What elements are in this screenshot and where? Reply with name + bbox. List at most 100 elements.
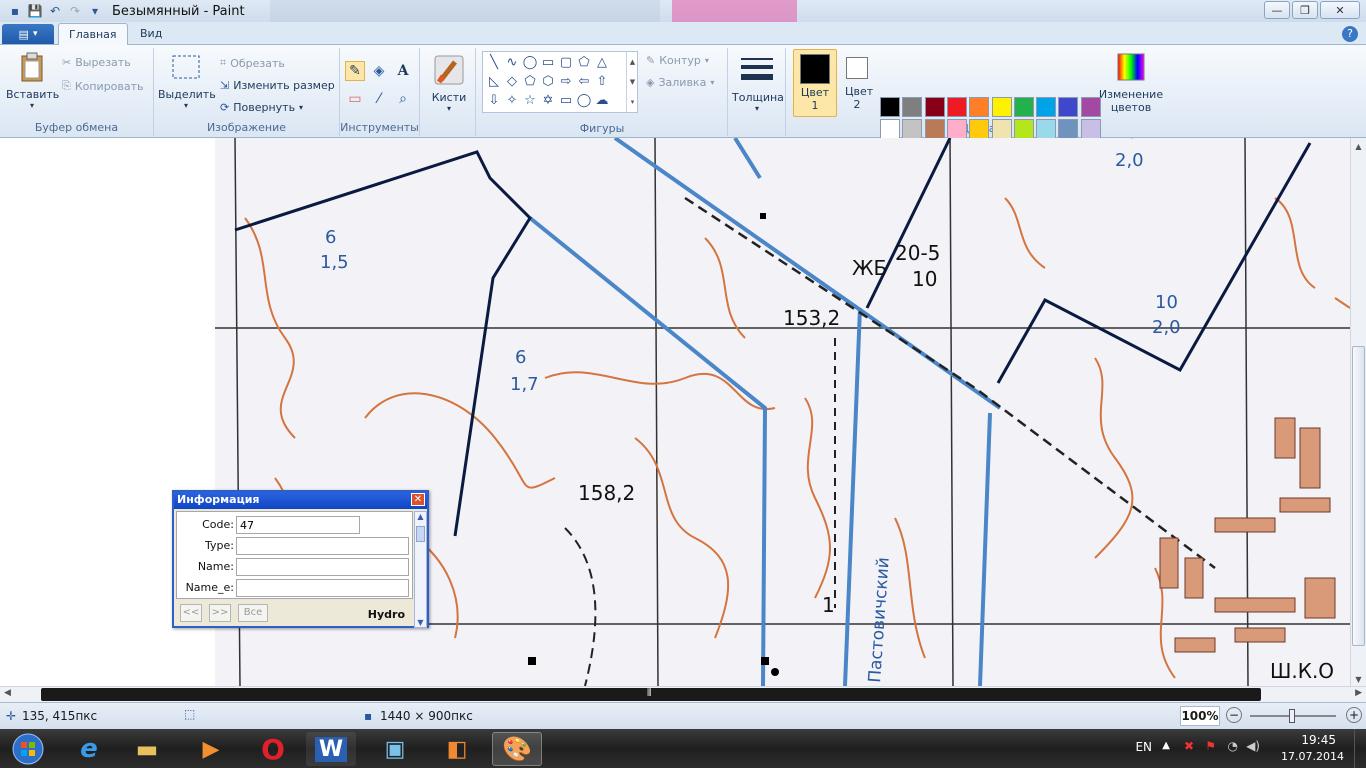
save-icon[interactable]: 💾: [26, 2, 44, 20]
minimize-button[interactable]: —: [1264, 1, 1290, 19]
info-scroll-thumb[interactable]: [416, 526, 425, 542]
color-swatch[interactable]: [969, 97, 990, 117]
next-record-button[interactable]: >>: [209, 604, 231, 622]
scroll-down-icon[interactable]: ▼: [1351, 675, 1366, 684]
code-field[interactable]: [236, 516, 360, 534]
color-swatch[interactable]: [991, 97, 1012, 117]
color-swatch[interactable]: [946, 97, 967, 117]
rotate-button[interactable]: ⟳ Повернуть ▾: [220, 101, 303, 114]
hexagon-shape-icon[interactable]: ⬡: [539, 72, 557, 91]
outline-button[interactable]: ✎ Контур ▾: [646, 54, 709, 67]
fill-button[interactable]: ◈ Заливка ▾: [646, 76, 714, 89]
paste-button[interactable]: Вставить ▾: [6, 51, 59, 110]
copy-button[interactable]: ⎘ Копировать: [62, 79, 144, 93]
info-scrollbar[interactable]: ▲ ▼: [414, 511, 427, 628]
color-swatch[interactable]: [969, 119, 990, 140]
eraser-icon[interactable]: ▭: [345, 89, 365, 109]
name-e-field[interactable]: [236, 579, 409, 597]
color-swatch[interactable]: [1013, 97, 1034, 117]
rectangle-shape-icon[interactable]: ▭: [539, 53, 557, 72]
redo-icon[interactable]: ↷: [66, 2, 84, 20]
show-hidden-icons-icon[interactable]: ▲: [1162, 740, 1170, 751]
diamond-shape-icon[interactable]: ◇: [503, 72, 521, 91]
down-arrow-shape-icon[interactable]: ⇩: [485, 91, 503, 110]
taskbar-word[interactable]: W: [306, 732, 356, 766]
color-swatch[interactable]: [991, 119, 1012, 140]
color-swatch[interactable]: [1013, 119, 1034, 140]
crop-button[interactable]: ⌗ Обрезать: [220, 56, 285, 70]
horizontal-scrollbar[interactable]: ◀ ⦀ ▶: [0, 686, 1366, 702]
color2-button[interactable]: Цвет 2: [840, 49, 874, 117]
color1-button[interactable]: Цвет 1: [793, 49, 837, 117]
color-swatch[interactable]: [880, 97, 900, 117]
name-field[interactable]: [236, 558, 409, 576]
maximize-button[interactable]: ❐: [1292, 1, 1318, 19]
color-swatch[interactable]: [1058, 119, 1079, 140]
five-point-star-shape-icon[interactable]: ☆: [521, 91, 539, 110]
vertical-scroll-thumb[interactable]: [1352, 346, 1365, 646]
scroll-up-icon[interactable]: ▲: [415, 512, 426, 521]
vertical-scrollbar[interactable]: ▲ ▼: [1350, 138, 1366, 686]
clock-time[interactable]: 19:45: [1301, 733, 1336, 747]
color-picker-icon[interactable]: ⁄: [369, 89, 389, 109]
undo-icon[interactable]: ↶: [46, 2, 64, 20]
color-swatch[interactable]: [1036, 119, 1057, 140]
oval-shape-icon[interactable]: ◯: [521, 53, 539, 72]
rounded-rectangle-shape-icon[interactable]: ▢: [557, 53, 575, 72]
language-indicator[interactable]: EN: [1135, 740, 1152, 754]
scroll-down-icon[interactable]: ▼: [415, 618, 426, 627]
callout-cloud-shape-icon[interactable]: ☁: [593, 91, 611, 110]
color-swatch[interactable]: [880, 119, 900, 140]
shapes-scroll[interactable]: ▲ ▼ ▾: [626, 52, 638, 112]
start-button[interactable]: [0, 732, 56, 766]
wifi-icon[interactable]: ◔: [1228, 739, 1238, 753]
zoom-in-icon[interactable]: +: [1346, 707, 1362, 723]
pentagon-shape-icon[interactable]: ⬠: [521, 72, 539, 91]
curve-shape-icon[interactable]: ∿: [503, 53, 521, 72]
color-swatch[interactable]: [1080, 97, 1101, 117]
pencil-icon[interactable]: ✎: [345, 61, 365, 81]
resize-button[interactable]: ⇲ Изменить размер: [220, 79, 335, 92]
show-desktop-button[interactable]: [1354, 729, 1366, 768]
volume-icon[interactable]: ◀): [1246, 739, 1260, 753]
help-icon[interactable]: ?: [1342, 26, 1358, 42]
tab-home[interactable]: Главная: [58, 23, 128, 45]
scroll-up-icon[interactable]: ▲: [1351, 142, 1366, 151]
magnifier-icon[interactable]: ⌕: [393, 89, 413, 109]
select-button[interactable]: Выделить ▾: [158, 51, 216, 110]
action-center-icon[interactable]: ⚑: [1205, 739, 1216, 753]
triangle-shape-icon[interactable]: △: [593, 53, 611, 72]
color-swatch[interactable]: [902, 97, 923, 117]
zoom-out-icon[interactable]: −: [1226, 707, 1242, 723]
fill-bucket-icon[interactable]: ◈: [369, 61, 389, 81]
scroll-left-icon[interactable]: ◀: [4, 688, 11, 698]
taskbar-ie[interactable]: e: [64, 732, 114, 766]
color-swatch[interactable]: [902, 119, 923, 140]
right-triangle-shape-icon[interactable]: ◺: [485, 72, 503, 91]
taskbar-app[interactable]: ◧: [432, 732, 482, 766]
tab-view[interactable]: Вид: [130, 23, 172, 45]
scroll-right-icon[interactable]: ▶: [1355, 688, 1362, 698]
close-button[interactable]: ✕: [1320, 1, 1360, 19]
taskbar-media-player[interactable]: ▶: [186, 732, 236, 766]
right-arrow-shape-icon[interactable]: ⇨: [557, 72, 575, 91]
six-point-star-shape-icon[interactable]: ✡: [539, 91, 557, 110]
network-error-icon[interactable]: ✖: [1184, 739, 1194, 753]
polygon-shape-icon[interactable]: ⬠: [575, 53, 593, 72]
prev-record-button[interactable]: <<: [180, 604, 202, 622]
info-close-icon[interactable]: ✕: [411, 493, 425, 506]
type-field[interactable]: [236, 537, 409, 555]
taskbar-paint[interactable]: 🎨: [492, 732, 542, 766]
show-all-button[interactable]: Все: [238, 604, 268, 622]
clock-date[interactable]: 17.07.2014: [1281, 750, 1344, 763]
line-shape-icon[interactable]: ╲: [485, 53, 503, 72]
edit-colors-button[interactable]: Изменение цветов: [1098, 51, 1164, 114]
app-menu-button[interactable]: ▤ ▾: [2, 24, 54, 44]
taskbar-explorer[interactable]: ▬: [122, 732, 172, 766]
taskbar-opera[interactable]: O: [248, 732, 298, 766]
callout-oval-shape-icon[interactable]: ◯: [575, 91, 593, 110]
color-swatch[interactable]: [946, 119, 967, 140]
color-swatch[interactable]: [1036, 97, 1057, 117]
text-icon[interactable]: A: [393, 61, 413, 81]
color-swatch[interactable]: [1058, 97, 1079, 117]
